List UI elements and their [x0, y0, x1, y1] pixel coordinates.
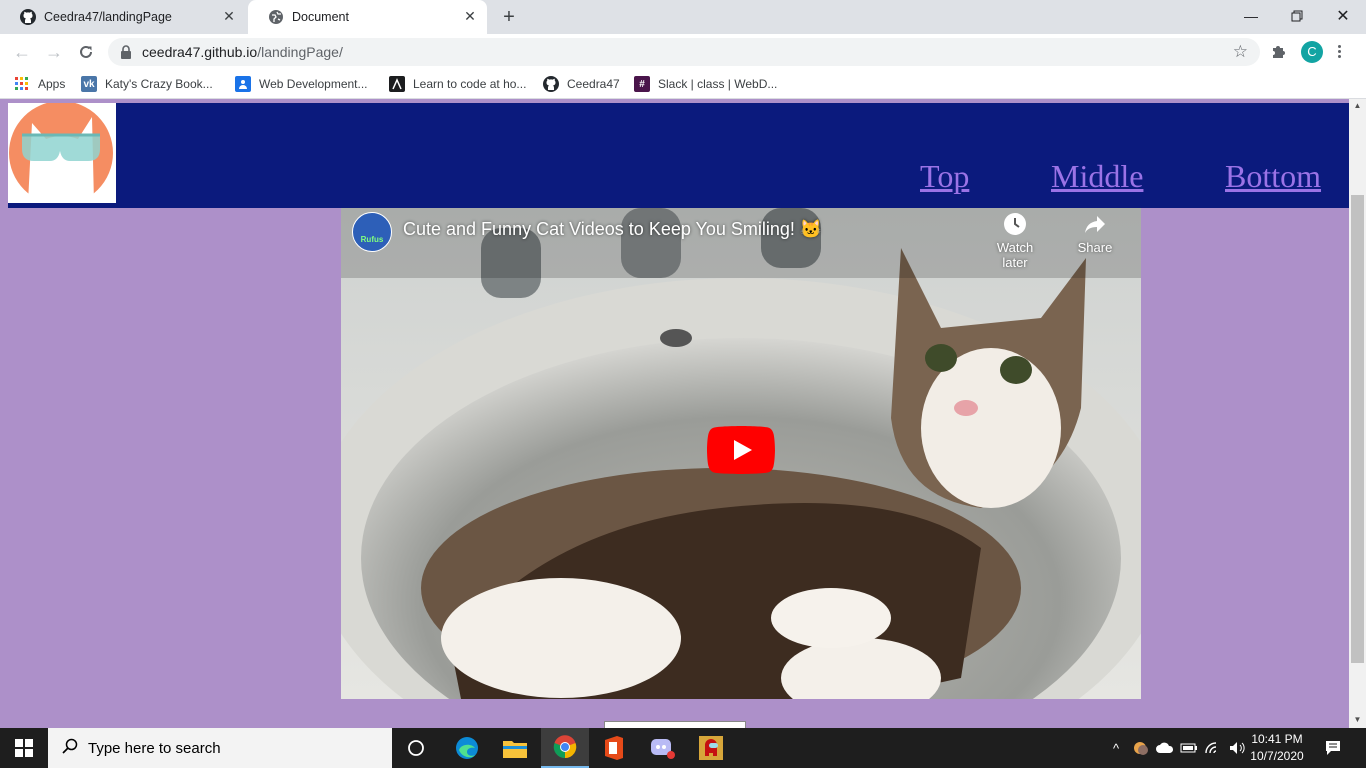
onedrive-icon[interactable]	[1154, 728, 1176, 768]
share-arrow-icon	[1085, 216, 1105, 233]
bookmark-label: Slack | class | WebD...	[658, 77, 778, 91]
github-icon	[20, 9, 36, 25]
search-icon	[62, 738, 78, 758]
scrollbar-thumb[interactable]	[1351, 195, 1364, 663]
office-icon[interactable]	[590, 728, 638, 768]
battery-icon[interactable]	[1178, 728, 1200, 768]
slack-icon: #	[634, 76, 650, 92]
browser-tab-strip: Ceedra47/landingPage ✕ Document ✕ + — ✕	[0, 0, 1366, 34]
share-label: Share	[1077, 240, 1113, 255]
bookmark-katys-crazy-book[interactable]: vk Katy's Crazy Book...	[81, 70, 213, 98]
tray-chevron-icon[interactable]: ^	[1108, 728, 1124, 768]
youtube-video-embed[interactable]: Rufus Cute and Funny Cat Videos to Keep …	[341, 208, 1141, 699]
extensions-puzzle-icon[interactable]	[1270, 42, 1290, 62]
close-window-icon[interactable]: ✕	[1320, 0, 1366, 32]
clock-date: 10/7/2020	[1250, 749, 1304, 763]
task-view-icon[interactable]	[392, 728, 440, 768]
new-tab-button[interactable]: +	[497, 6, 521, 28]
below-content-box	[604, 721, 746, 728]
minimize-icon[interactable]: —	[1228, 0, 1274, 32]
close-tab-icon[interactable]: ✕	[463, 9, 477, 23]
scroll-down-arrow-icon[interactable]: ▼	[1349, 713, 1366, 727]
page-viewport: Top Middle Bottom Rufus Cute and Funny C…	[0, 99, 1349, 728]
url-host: ceedra47.github.io	[142, 44, 258, 60]
chrome-taskbar-icon[interactable]	[541, 728, 589, 768]
lock-icon	[120, 45, 132, 64]
bookmark-learn-to-code[interactable]: Learn to code at ho...	[389, 70, 526, 98]
video-title[interactable]: Cute and Funny Cat Videos to Keep You Sm…	[403, 219, 822, 240]
cat-logo-image	[8, 103, 116, 203]
code-icon	[389, 76, 405, 92]
restore-icon[interactable]	[1274, 0, 1320, 32]
notifications-icon[interactable]	[1318, 728, 1348, 768]
bookmarks-bar: Apps vk Katy's Crazy Book... Web Develop…	[0, 70, 1366, 99]
github-icon	[543, 76, 559, 92]
url-text: ceedra47.github.io/landingPage/	[142, 38, 343, 66]
taskbar-search-box[interactable]: Type here to search	[48, 728, 392, 768]
file-explorer-icon[interactable]	[491, 728, 539, 768]
browser-menu-icon[interactable]	[1336, 43, 1342, 61]
vk-icon: vk	[81, 76, 97, 92]
share-button[interactable]: Share	[1063, 212, 1127, 255]
bookmark-label: Apps	[38, 77, 66, 91]
back-icon[interactable]: ←	[8, 34, 36, 70]
channel-avatar-icon[interactable]: Rufus	[352, 212, 392, 252]
discord-icon[interactable]	[639, 728, 687, 768]
bookmark-label: Ceedra47	[567, 77, 620, 91]
classroom-icon	[235, 76, 251, 92]
forward-icon[interactable]: →	[40, 34, 68, 70]
close-tab-icon[interactable]: ✕	[222, 9, 236, 23]
windows-start-icon[interactable]	[0, 728, 48, 768]
nav-link-bottom[interactable]: Bottom	[1225, 158, 1321, 195]
volume-icon[interactable]	[1226, 728, 1248, 768]
scroll-up-arrow-icon[interactable]: ▲	[1349, 99, 1366, 113]
profile-avatar[interactable]: C	[1301, 41, 1323, 63]
play-button-icon[interactable]	[707, 426, 775, 474]
bookmark-label: Katy's Crazy Book...	[105, 77, 213, 91]
bookmark-label: Learn to code at ho...	[413, 77, 527, 91]
wifi-icon[interactable]	[1202, 728, 1224, 768]
nav-link-middle[interactable]: Middle	[1051, 158, 1143, 195]
tab-github[interactable]: Ceedra47/landingPage ✕	[0, 0, 246, 34]
windows-taskbar: Type here to search ^ 10:41 PM 10/7/2020	[0, 728, 1366, 768]
nav-link-top[interactable]: Top	[920, 158, 969, 195]
among-us-icon[interactable]	[687, 728, 735, 768]
page-scrollbar[interactable]: ▲ ▼	[1349, 99, 1366, 728]
bookmark-apps[interactable]: Apps	[14, 70, 65, 98]
watch-later-button[interactable]: Watch later	[983, 212, 1047, 270]
browser-toolbar: ← → ceedra47.github.io/landingPage/ ☆ C	[0, 34, 1366, 70]
address-bar[interactable]: ceedra47.github.io/landingPage/ ☆	[108, 38, 1260, 66]
bookmark-slack[interactable]: # Slack | class | WebD...	[634, 70, 777, 98]
watch-later-label: Watch later	[996, 240, 1034, 270]
reload-icon[interactable]	[72, 34, 100, 70]
weather-icon[interactable]	[1130, 728, 1152, 768]
clock-time: 10:41 PM	[1251, 732, 1303, 746]
apps-grid-icon	[14, 76, 30, 92]
globe-icon	[268, 9, 284, 25]
url-path: /landingPage/	[257, 44, 343, 60]
bookmark-label: Web Development...	[259, 77, 368, 91]
bookmark-star-icon[interactable]: ☆	[1233, 42, 1248, 62]
channel-avatar-label: Rufus	[360, 235, 384, 244]
bookmark-web-development[interactable]: Web Development...	[235, 70, 368, 98]
tab-document[interactable]: Document ✕	[248, 0, 487, 34]
edge-icon[interactable]	[443, 728, 491, 768]
tab-title: Document	[292, 10, 349, 24]
clock-icon	[1004, 213, 1026, 235]
search-placeholder: Type here to search	[88, 739, 221, 757]
taskbar-clock[interactable]: 10:41 PM 10/7/2020	[1248, 731, 1306, 765]
bookmark-ceedra47[interactable]: Ceedra47	[543, 70, 620, 98]
site-navbar: Top Middle Bottom	[8, 103, 1349, 208]
tab-title: Ceedra47/landingPage	[44, 10, 172, 24]
